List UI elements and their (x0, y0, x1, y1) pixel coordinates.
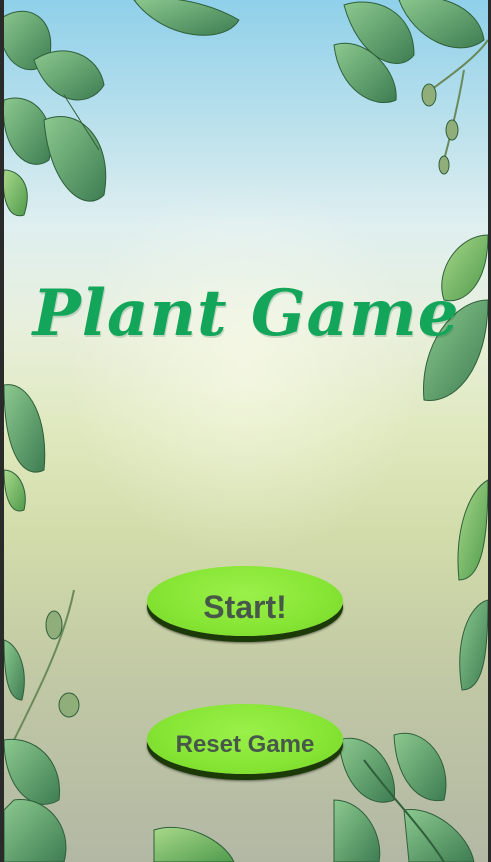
game-title: Plant Game (32, 276, 460, 351)
leaf-cluster-bottom-right (333, 732, 475, 862)
reset-game-button[interactable]: Reset Game (147, 704, 343, 774)
leaf-cluster-top-right (333, 0, 488, 175)
game-screen: Plant Game Start! Reset Game (4, 0, 488, 862)
leaf-cluster-left-middle (4, 384, 46, 512)
leaf-cluster-top-left (4, 0, 240, 217)
start-button[interactable]: Start! (147, 566, 343, 636)
